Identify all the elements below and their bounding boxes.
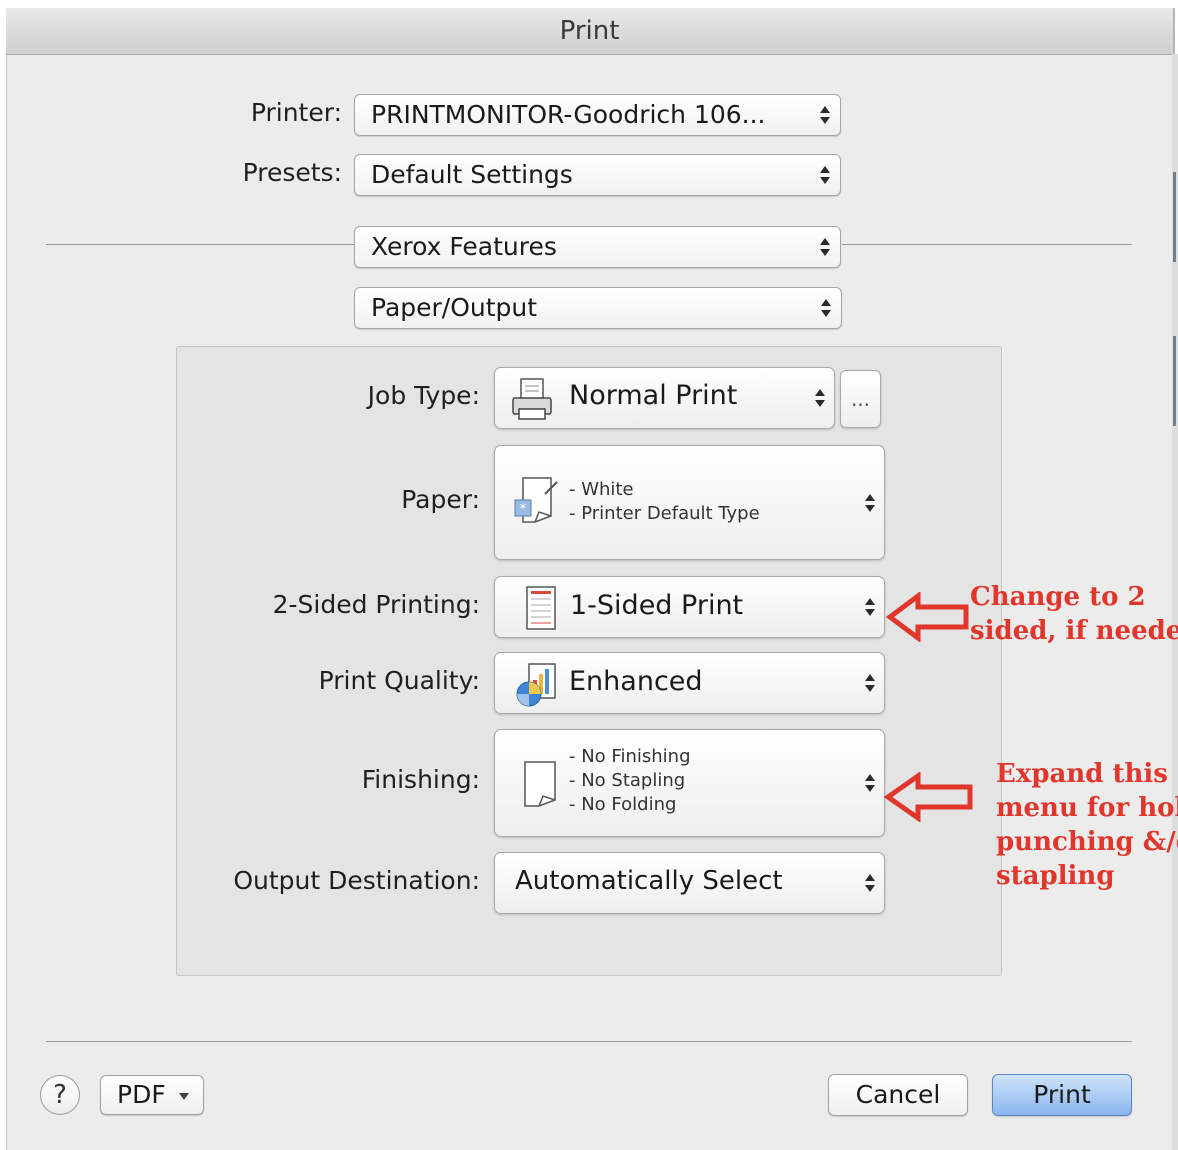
- annotation-finishing: Expand this menu for hole punching &/or …: [996, 757, 1178, 893]
- print-label: Print: [1033, 1080, 1091, 1109]
- two-sided-value: 1-Sided Print: [570, 590, 744, 621]
- annotation-two-sided: Change to 2 sided, if needed: [970, 580, 1178, 648]
- up-down-arrows-icon: [821, 299, 831, 317]
- footer-separator: [46, 1041, 1132, 1042]
- separator-right: [842, 244, 1132, 245]
- left-arrow-annotation-icon: [884, 772, 973, 822]
- single-page-icon: [526, 586, 556, 630]
- annotation-finishing-line-1: Expand this: [996, 759, 1168, 789]
- up-down-arrows-icon: [865, 774, 875, 792]
- presets-popup[interactable]: Default Settings: [354, 154, 841, 196]
- paper-line-color: - White: [569, 479, 634, 500]
- finishing-label: Finishing:: [361, 765, 480, 794]
- print-quality-label: Print Quality:: [318, 666, 480, 695]
- annotation-finishing-line-2: menu for hole: [996, 793, 1178, 823]
- paper-line-type: - Printer Default Type: [569, 503, 760, 524]
- job-type-popup[interactable]: Normal Print: [494, 367, 835, 429]
- panel-selector-popup[interactable]: Xerox Features: [354, 226, 841, 268]
- finishing-line-folding: - No Folding: [569, 794, 677, 815]
- presets-value: Default Settings: [371, 160, 573, 189]
- dropdown-triangle-icon: [179, 1093, 189, 1100]
- up-down-arrows-icon: [865, 874, 875, 892]
- paper-label: Paper:: [401, 485, 480, 514]
- printer-popup[interactable]: PRINTMONITOR-Goodrich 106...: [354, 94, 841, 136]
- job-type-more-button[interactable]: ...: [840, 370, 881, 428]
- annotation-two-sided-line-2: sided, if needed: [970, 616, 1178, 646]
- up-down-arrows-icon: [820, 106, 830, 124]
- help-icon: ?: [53, 1080, 67, 1110]
- help-button[interactable]: ?: [40, 1075, 80, 1115]
- finishing-popup[interactable]: - No Finishing - No Stapling - No Foldin…: [494, 729, 885, 837]
- finishing-page-icon: [524, 761, 556, 807]
- finishing-line-stapling: - No Stapling: [569, 770, 686, 791]
- output-destination-popup[interactable]: Automatically Select: [494, 852, 885, 914]
- up-down-arrows-icon: [820, 238, 830, 256]
- up-down-arrows-icon: [865, 674, 875, 692]
- job-type-value: Normal Print: [569, 380, 738, 411]
- output-destination-label: Output Destination:: [233, 866, 480, 895]
- printer-icon: [512, 378, 552, 420]
- cancel-label: Cancel: [855, 1080, 941, 1109]
- two-sided-label: 2-Sided Printing:: [272, 590, 480, 619]
- up-down-arrows-icon: [865, 493, 875, 512]
- presets-label: Presets:: [242, 158, 342, 187]
- printer-value: PRINTMONITOR-Goodrich 106...: [371, 100, 766, 129]
- pdf-label: PDF: [117, 1080, 166, 1109]
- paper-icon: *: [514, 477, 558, 523]
- print-button[interactable]: Print: [992, 1074, 1132, 1116]
- section-selector-value: Paper/Output: [371, 293, 538, 322]
- section-selector-popup[interactable]: Paper/Output: [354, 287, 842, 329]
- paper-popup[interactable]: * - White - Printer Default Type: [494, 445, 885, 560]
- output-destination-value: Automatically Select: [515, 866, 783, 896]
- cancel-button[interactable]: Cancel: [828, 1074, 968, 1116]
- left-arrow-annotation-icon: [886, 592, 969, 642]
- annotation-two-sided-line-1: Change to 2: [970, 582, 1146, 612]
- panel-selector-value: Xerox Features: [371, 232, 557, 261]
- print-quality-value: Enhanced: [569, 666, 703, 697]
- up-down-arrows-icon: [815, 389, 825, 407]
- up-down-arrows-icon: [865, 598, 875, 616]
- window-title: Print: [6, 8, 1173, 55]
- two-sided-popup[interactable]: 1-Sided Print: [494, 576, 885, 638]
- pdf-menu-button[interactable]: PDF: [100, 1075, 204, 1115]
- annotation-finishing-line-3: punching &/or: [996, 827, 1178, 857]
- annotation-finishing-line-4: stapling: [996, 861, 1115, 891]
- print-quality-popup[interactable]: Enhanced: [494, 652, 885, 714]
- job-type-label: Job Type:: [367, 381, 480, 410]
- finishing-line-finishing: - No Finishing: [569, 746, 691, 767]
- color-chart-icon: [516, 663, 556, 707]
- job-type-more-label: ...: [850, 387, 871, 411]
- separator-left: [46, 244, 354, 245]
- printer-label: Printer:: [250, 98, 342, 127]
- up-down-arrows-icon: [820, 166, 830, 184]
- svg-text:*: *: [520, 502, 527, 517]
